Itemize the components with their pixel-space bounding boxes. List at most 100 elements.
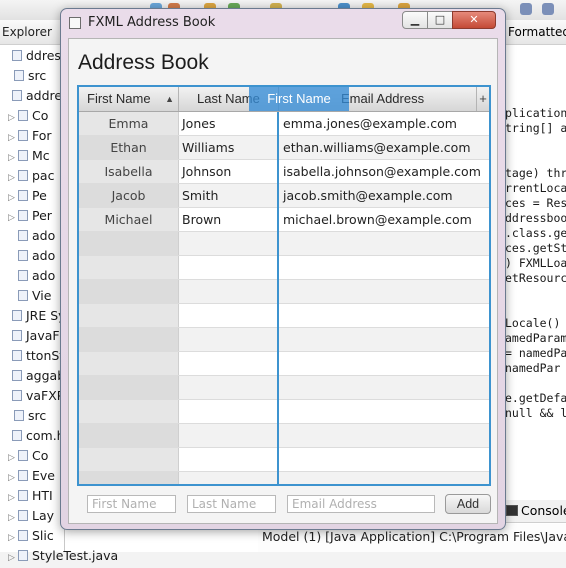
table-cell-last[interactable] xyxy=(179,472,279,484)
column-menu-button[interactable]: + xyxy=(477,87,489,111)
tree-item[interactable]: ▷ Co xyxy=(8,106,48,126)
table-cell-first[interactable] xyxy=(79,256,179,279)
expand-arrow-icon[interactable]: ▷ xyxy=(8,508,18,528)
tree-item[interactable]: ▷ StyleTest.java xyxy=(8,546,118,566)
maximize-button[interactable]: □ xyxy=(427,11,453,29)
tree-item[interactable]: ado xyxy=(8,266,55,286)
table-cell-last[interactable] xyxy=(179,424,279,447)
tree-item[interactable]: src xyxy=(4,66,46,86)
toolbar-icon[interactable] xyxy=(542,3,554,15)
tree-item[interactable]: ▷ Co xyxy=(8,446,48,466)
expand-arrow-icon[interactable]: ▷ xyxy=(8,188,18,208)
table-row[interactable]: Isabella Johnson isabella.johnson@example.… xyxy=(79,160,489,184)
tree-item[interactable]: ado xyxy=(8,226,55,246)
tree-item[interactable]: JavaFX xyxy=(2,326,68,346)
table-cell-email[interactable] xyxy=(279,424,489,447)
email-field[interactable] xyxy=(287,495,435,513)
table-row[interactable] xyxy=(79,472,489,484)
table-cell-last[interactable] xyxy=(179,352,279,375)
dragged-column-header[interactable]: First Name xyxy=(249,87,349,111)
table-row[interactable] xyxy=(79,448,489,472)
table-row[interactable] xyxy=(79,328,489,352)
toolbar-icon[interactable] xyxy=(520,3,532,15)
table-cell-email[interactable] xyxy=(279,280,489,303)
table-cell-email[interactable] xyxy=(279,304,489,327)
package-explorer-tab[interactable]: Explorer xyxy=(0,20,66,45)
table-cell-first[interactable]: Michael xyxy=(79,208,179,231)
table-cell-first[interactable] xyxy=(79,424,179,447)
tree-item[interactable]: ▷ pac xyxy=(8,166,54,186)
table-cell-email[interactable] xyxy=(279,328,489,351)
tree-item[interactable]: Vie xyxy=(8,286,51,306)
table-cell-email[interactable]: michael.brown@example.com xyxy=(279,208,489,231)
last-name-field[interactable] xyxy=(187,495,276,513)
table-cell-first[interactable] xyxy=(79,352,179,375)
table-row[interactable] xyxy=(79,376,489,400)
expand-arrow-icon[interactable]: ▷ xyxy=(8,208,18,228)
tree-item[interactable]: ▷ HTI xyxy=(8,486,53,506)
table-row[interactable] xyxy=(79,400,489,424)
table-cell-first[interactable] xyxy=(79,448,179,471)
expand-arrow-icon[interactable]: ▷ xyxy=(8,468,18,488)
tree-item[interactable]: ado xyxy=(8,246,55,266)
table-row[interactable] xyxy=(79,304,489,328)
tree-item[interactable]: ▷ Per xyxy=(8,206,52,226)
table-cell-last[interactable] xyxy=(179,280,279,303)
table-cell-first[interactable]: Ethan xyxy=(79,136,179,159)
expand-arrow-icon[interactable]: ▷ xyxy=(8,128,18,148)
table-cell-first[interactable] xyxy=(79,232,179,255)
table-cell-first[interactable] xyxy=(79,304,179,327)
table-cell-email[interactable] xyxy=(279,232,489,255)
table-cell-first[interactable] xyxy=(79,472,179,484)
expand-arrow-icon[interactable]: ▷ xyxy=(8,548,18,568)
address-table[interactable]: First Name ▲ Last Name Email Address + F… xyxy=(77,85,491,486)
expand-arrow-icon[interactable]: ▷ xyxy=(8,168,18,188)
table-cell-last[interactable] xyxy=(179,232,279,255)
minimize-button[interactable]: ▁ xyxy=(402,11,428,29)
table-row[interactable]: Michael Brown michael.brown@example.com xyxy=(79,208,489,232)
expand-arrow-icon[interactable]: ▷ xyxy=(8,148,18,168)
close-button[interactable]: ✕ xyxy=(452,11,496,29)
table-row[interactable]: Emma Jones emma.jones@example.com xyxy=(79,112,489,136)
table-cell-email[interactable]: ethan.williams@example.com xyxy=(279,136,489,159)
table-cell-last[interactable] xyxy=(179,328,279,351)
table-cell-email[interactable]: jacob.smith@example.com xyxy=(279,184,489,207)
table-cell-first[interactable] xyxy=(79,328,179,351)
expand-arrow-icon[interactable]: ▷ xyxy=(8,488,18,508)
table-row[interactable]: Ethan Williams ethan.williams@example.com xyxy=(79,136,489,160)
editor-tab[interactable]: FormattedT xyxy=(504,20,566,45)
expand-arrow-icon[interactable]: ▷ xyxy=(8,108,18,128)
table-cell-first[interactable]: Jacob xyxy=(79,184,179,207)
table-cell-email[interactable] xyxy=(279,448,489,471)
console-tab[interactable]: Console xyxy=(502,500,566,523)
table-cell-last[interactable]: Smith xyxy=(179,184,279,207)
tree-item[interactable]: ▷ Mc xyxy=(8,146,50,166)
window-titlebar[interactable]: FXML Address Book ▁ □ ✕ xyxy=(61,9,505,37)
first-name-field[interactable] xyxy=(87,495,176,513)
table-row[interactable] xyxy=(79,256,489,280)
table-row[interactable] xyxy=(79,232,489,256)
table-cell-email[interactable] xyxy=(279,352,489,375)
tree-item[interactable]: ▷ Lay xyxy=(8,506,54,526)
column-header-first-name[interactable]: First Name ▲ xyxy=(79,87,179,111)
table-cell-last[interactable] xyxy=(179,304,279,327)
table-cell-first[interactable]: Isabella xyxy=(79,160,179,183)
tree-item[interactable]: ▷ Eve xyxy=(8,466,55,486)
tree-item[interactable]: ▷ Slic xyxy=(8,526,54,546)
table-cell-email[interactable] xyxy=(279,256,489,279)
table-row[interactable] xyxy=(79,352,489,376)
expand-arrow-icon[interactable]: ▷ xyxy=(8,528,18,548)
table-cell-email[interactable] xyxy=(279,472,489,484)
table-cell-last[interactable]: Johnson xyxy=(179,160,279,183)
expand-arrow-icon[interactable]: ▷ xyxy=(8,448,18,468)
table-cell-email[interactable]: isabella.johnson@example.com xyxy=(279,160,489,183)
table-cell-last[interactable] xyxy=(179,376,279,399)
table-cell-last[interactable]: Brown xyxy=(179,208,279,231)
table-cell-last[interactable] xyxy=(179,400,279,423)
table-cell-email[interactable] xyxy=(279,400,489,423)
table-row[interactable] xyxy=(79,280,489,304)
tree-item[interactable]: src xyxy=(4,406,46,426)
tree-item[interactable]: addre xyxy=(2,86,62,106)
table-cell-last[interactable] xyxy=(179,448,279,471)
table-cell-first[interactable] xyxy=(79,400,179,423)
